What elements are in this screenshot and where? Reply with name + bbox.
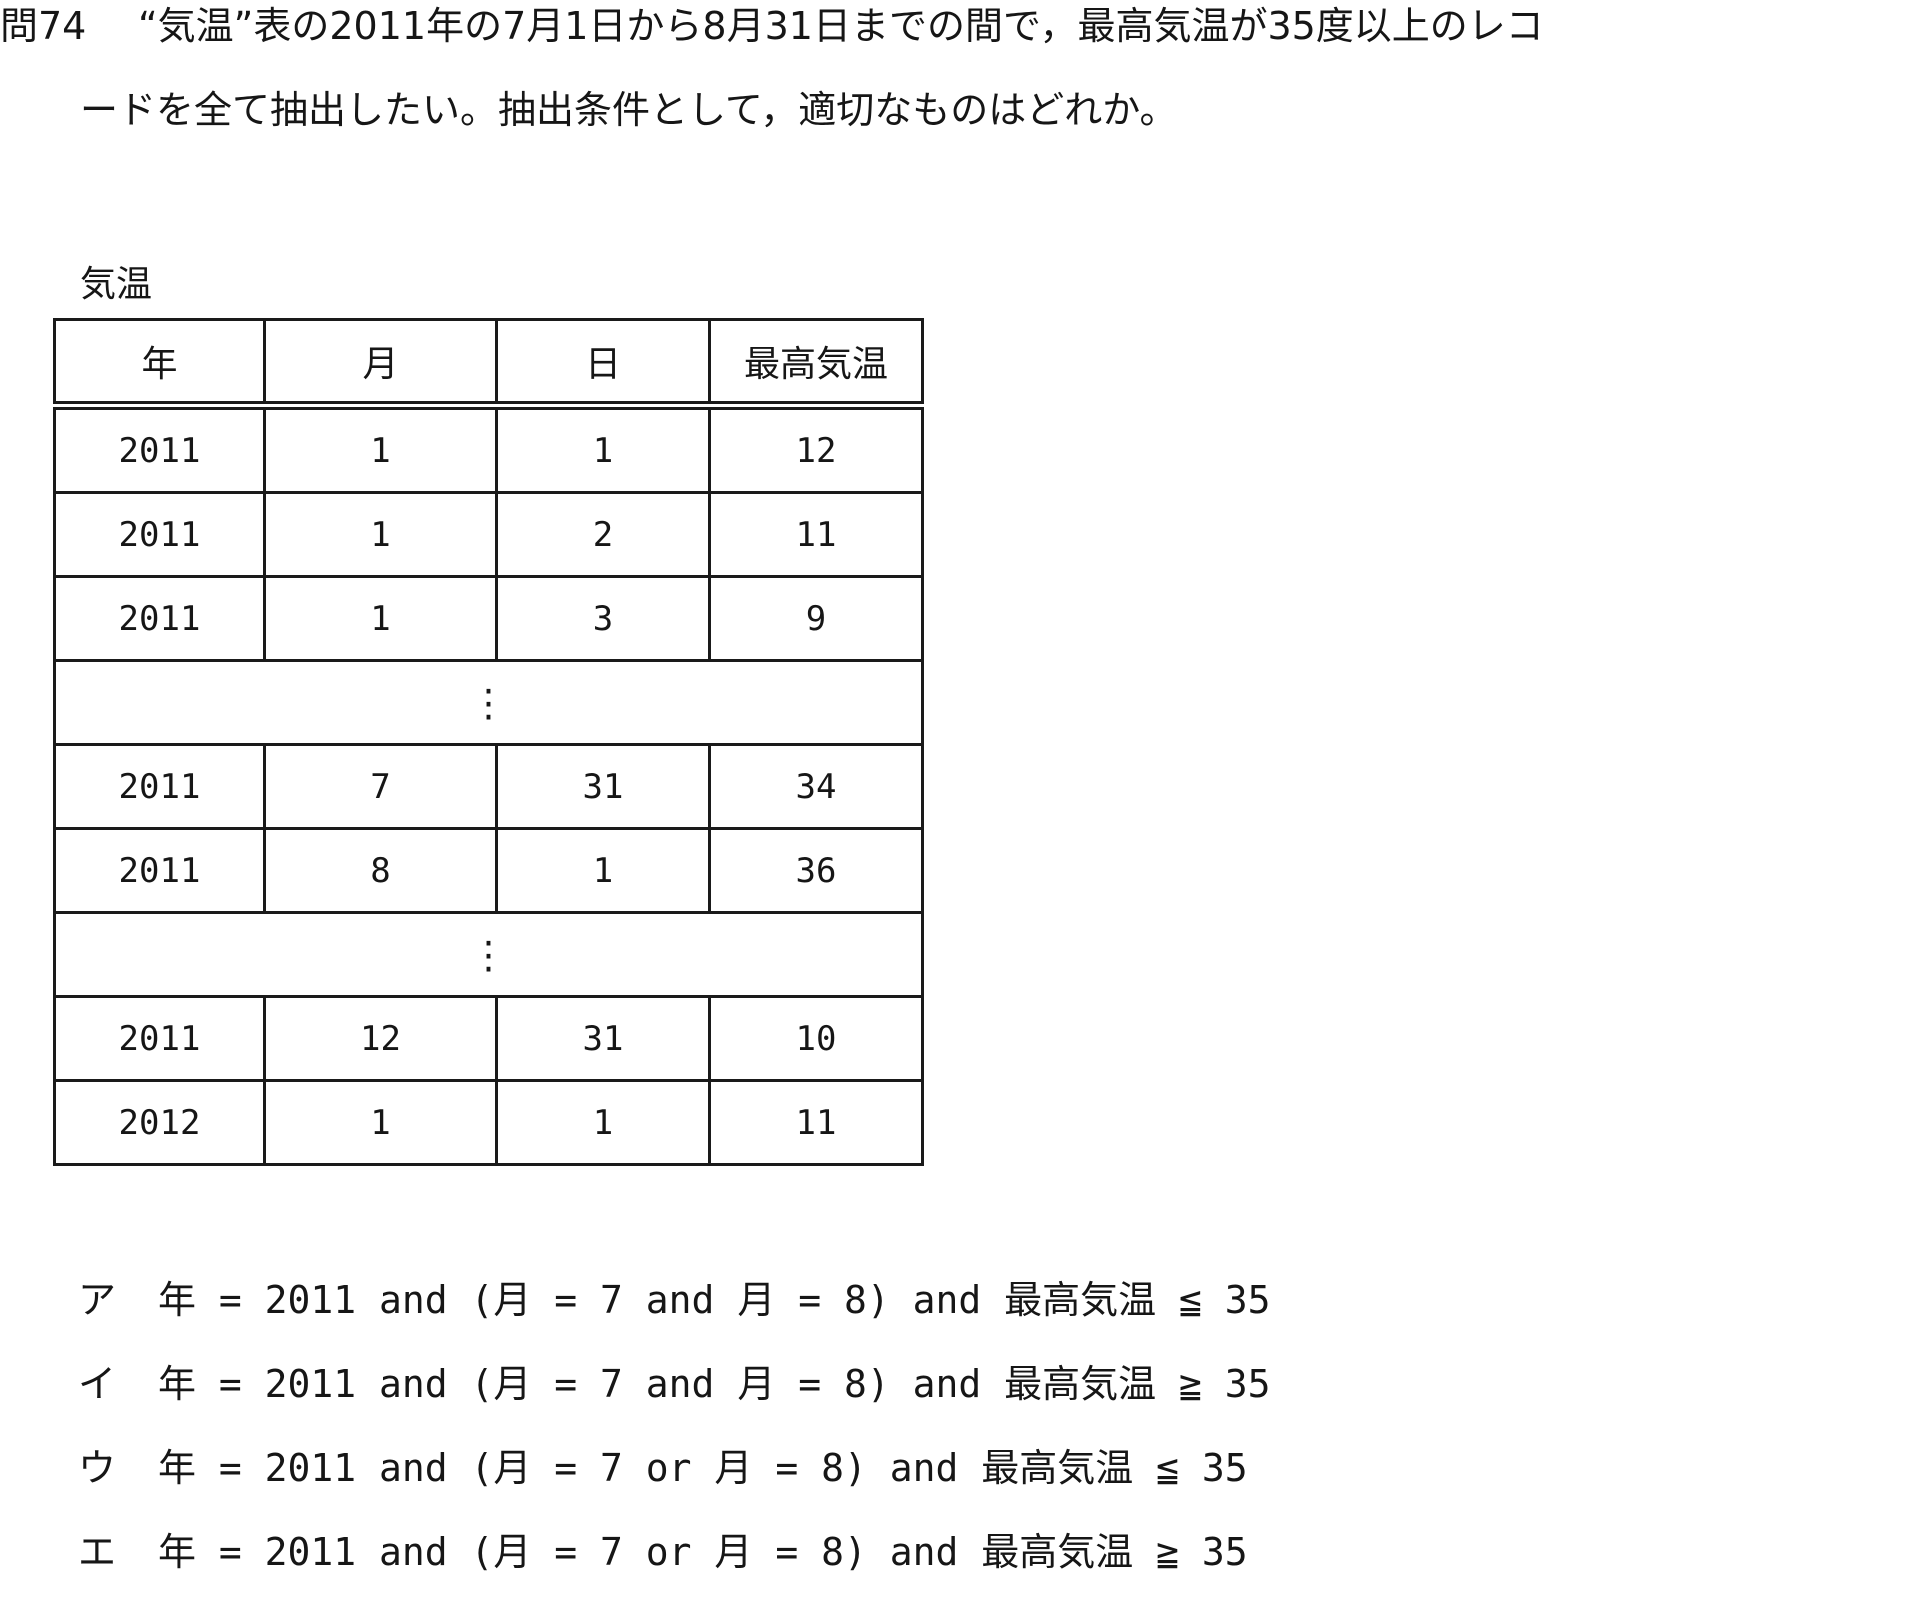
cell-month: 1 (263, 491, 498, 578)
table-row: 2011 1 2 11 (53, 491, 924, 578)
ellipsis-cell: ⋮ (53, 659, 924, 746)
cell-month: 1 (263, 404, 498, 494)
choice-expression: 年 = 2011 and (月 = 7 or 月 = 8) and 最高気温 ≧… (158, 1530, 1248, 1574)
temperature-table: 年 月 日 最高気温 2011 1 1 12 2011 1 2 11 2011 … (53, 318, 924, 1166)
table-ellipsis-row: ⋮ (53, 659, 924, 746)
cell-year: 2011 (53, 404, 266, 494)
cell-month: 1 (263, 575, 498, 662)
cell-year: 2011 (53, 743, 266, 830)
table-header-row: 年 月 日 最高気温 (53, 318, 924, 410)
table-row: 2011 7 31 34 (53, 743, 924, 830)
header-month: 月 (263, 318, 498, 410)
cell-max-temp: 11 (708, 491, 924, 578)
question-line-1: 問74 “気温”表の2011年の7月1日から8月31日までの間で，最高気温が35度… (0, 2, 1544, 50)
cell-month: 7 (263, 743, 498, 830)
header-day: 日 (495, 318, 711, 410)
choice-letter: ア (78, 1278, 117, 1322)
choice-letter: イ (78, 1362, 117, 1406)
table-caption: 気温 (80, 264, 153, 305)
choice-i[interactable]: イ年 = 2011 and (月 = 7 and 月 = 8) and 最高気温… (78, 1354, 1270, 1438)
choice-u[interactable]: ウ年 = 2011 and (月 = 7 or 月 = 8) and 最高気温 … (78, 1438, 1270, 1522)
cell-day: 31 (495, 743, 711, 830)
cell-max-temp: 12 (708, 404, 924, 494)
header-year: 年 (53, 318, 266, 410)
choice-a[interactable]: ア年 = 2011 and (月 = 7 and 月 = 8) and 最高気温… (78, 1270, 1270, 1354)
cell-max-temp: 10 (708, 995, 924, 1082)
cell-max-temp: 34 (708, 743, 924, 830)
table-row: 2011 8 1 36 (53, 827, 924, 914)
table-row: 2011 1 1 12 (53, 404, 924, 494)
header-max-temp: 最高気温 (708, 318, 924, 410)
choice-expression: 年 = 2011 and (月 = 7 and 月 = 8) and 最高気温 … (158, 1362, 1271, 1406)
cell-year: 2011 (53, 827, 266, 914)
cell-year: 2011 (53, 491, 266, 578)
cell-max-temp: 9 (708, 575, 924, 662)
table-row: 2012 1 1 11 (53, 1079, 924, 1166)
cell-day: 31 (495, 995, 711, 1082)
table-ellipsis-row: ⋮ (53, 911, 924, 998)
table-row: 2011 1 3 9 (53, 575, 924, 662)
cell-year: 2012 (53, 1079, 266, 1166)
answer-choices: ア年 = 2011 and (月 = 7 and 月 = 8) and 最高気温… (78, 1270, 1270, 1606)
question-number: 問74 (0, 4, 87, 48)
cell-day: 2 (495, 491, 711, 578)
cell-day: 3 (495, 575, 711, 662)
question-line-2: ードを全て抽出したい。抽出条件として，適切なものはどれか。 (80, 88, 1178, 132)
cell-max-temp: 11 (708, 1079, 924, 1166)
cell-day: 1 (495, 404, 711, 494)
cell-day: 1 (495, 1079, 711, 1166)
cell-year: 2011 (53, 575, 266, 662)
question-text-1: “気温”表の2011年の7月1日から8月31日までの間で，最高気温が35度以上の… (138, 4, 1544, 48)
choice-expression: 年 = 2011 and (月 = 7 and 月 = 8) and 最高気温 … (158, 1278, 1271, 1322)
choice-letter: ウ (78, 1446, 117, 1490)
cell-day: 1 (495, 827, 711, 914)
ellipsis-cell: ⋮ (53, 911, 924, 998)
cell-max-temp: 36 (708, 827, 924, 914)
choice-letter: エ (78, 1530, 117, 1574)
cell-month: 12 (263, 995, 498, 1082)
cell-month: 1 (263, 1079, 498, 1166)
table-row: 2011 12 31 10 (53, 995, 924, 1082)
choice-expression: 年 = 2011 and (月 = 7 or 月 = 8) and 最高気温 ≦… (158, 1446, 1248, 1490)
cell-month: 8 (263, 827, 498, 914)
choice-e[interactable]: エ年 = 2011 and (月 = 7 or 月 = 8) and 最高気温 … (78, 1522, 1270, 1606)
cell-year: 2011 (53, 995, 266, 1082)
